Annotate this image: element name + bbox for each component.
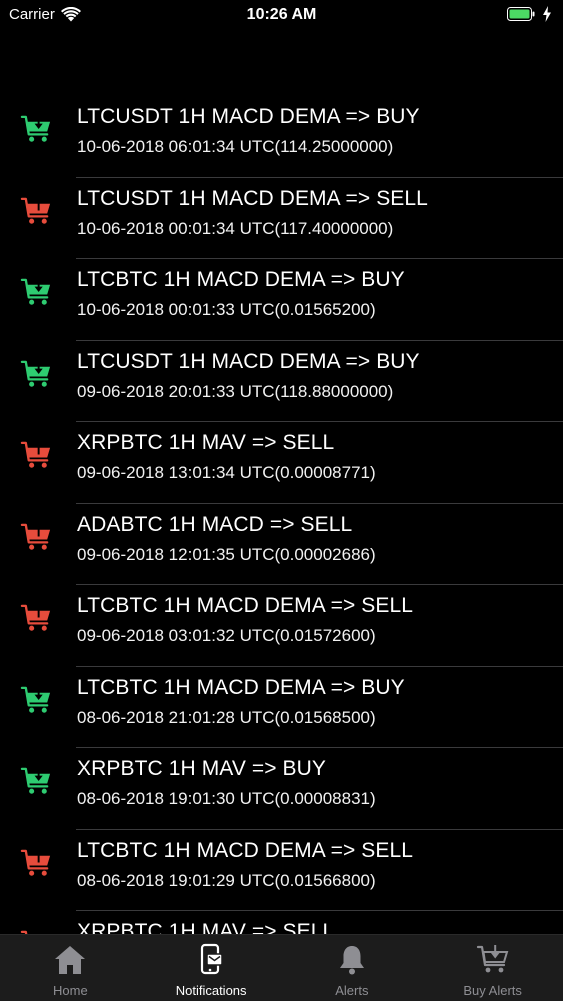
notification-subtitle: 08-06-2018 19:01:29 UTC(0.01566800) — [77, 870, 376, 890]
status-time: 10:26 AM — [246, 6, 317, 23]
tab-label: Alerts — [335, 983, 369, 998]
notification-row[interactable]: LTCUSDT 1H MACD DEMA => BUY 10-06-2018 06… — [0, 96, 563, 178]
cart-sell-icon — [20, 440, 51, 468]
notification-row[interactable]: XRPBTC 1H MAV => BUY 08-06-2018 19:01:30 … — [0, 748, 563, 830]
notification-subtitle: 09-06-2018 03:01:32 UTC(0.01572600) — [77, 626, 376, 645]
cart-sell-icon — [20, 848, 51, 876]
notification-subtitle: 09-06-2018 12:01:35 UTC(0.00002686) — [77, 544, 376, 564]
notification-row[interactable]: ADABTC 1H MACD => SELL 09-06-2018 12:01:3… — [0, 504, 563, 585]
bell-icon — [339, 946, 364, 975]
cart-buy-icon — [20, 686, 51, 713]
battery-icon — [507, 7, 535, 21]
tab-bar: Home Notifications Alerts Buy Alerts — [0, 934, 563, 1001]
home-icon — [55, 946, 86, 974]
notification-row[interactable]: LTCUSDT 1H MACD DEMA => BUY 09-06-2018 20… — [0, 341, 563, 422]
notification-subtitle: 10-06-2018 00:01:34 UTC(117.40000000) — [77, 218, 394, 238]
notification-title: LTCBTC 1H MACD DEMA => SELL — [77, 838, 414, 862]
notification-subtitle: 10-06-2018 00:01:33 UTC(0.01565200) — [77, 300, 376, 319]
notification-title: LTCUSDT 1H MACD DEMA => SELL — [77, 186, 428, 210]
cart-buy-icon — [20, 767, 51, 794]
notification-title: XRPBTC 1H MAV => BUY — [77, 757, 327, 780]
notification-title: LTCBTC 1H MACD DEMA => SELL — [77, 594, 414, 617]
cart-buy-icon — [476, 945, 508, 973]
notification-subtitle: 09-06-2018 13:01:34 UTC(0.00008771) — [77, 463, 376, 482]
cart-buy-icon — [20, 360, 51, 387]
notification-title: XRPBTC 1H MAV => SELL — [77, 431, 335, 454]
notification-list[interactable]: LTCUSDT 1H MACD DEMA => BUY 10-06-2018 06… — [0, 96, 563, 934]
notification-title: ADABTC 1H MACD => SELL — [77, 512, 353, 536]
notification-subtitle: 09-06-2018 20:01:33 UTC(118.88000000) — [77, 381, 394, 401]
notification-row[interactable]: LTCBTC 1H MACD DEMA => SELL 09-06-2018 03… — [0, 585, 563, 667]
tab-buy-alerts[interactable]: Buy Alerts — [422, 935, 563, 1001]
notification-subtitle: 08-06-2018 19:01:30 UTC(0.00008831) — [77, 789, 376, 808]
notifications-icon — [201, 943, 223, 975]
notification-title: LTCUSDT 1H MACD DEMA => BUY — [77, 105, 420, 128]
notification-title: LTCUSDT 1H MACD DEMA => BUY — [77, 349, 420, 373]
notification-title: LTCBTC 1H MACD DEMA => BUY — [77, 675, 405, 699]
cart-sell-icon — [20, 603, 51, 631]
tab-home[interactable]: Home — [0, 935, 141, 1001]
tab-label: Buy Alerts — [463, 983, 522, 998]
cart-sell-icon — [20, 522, 51, 550]
notification-row[interactable]: LTCUSDT 1H MACD DEMA => SELL 10-06-2018 0… — [0, 178, 563, 259]
notification-title: LTCBTC 1H MACD DEMA => BUY — [77, 268, 405, 291]
notification-row[interactable]: XRPBTC 1H MAV => SELL — [0, 911, 563, 934]
tab-label: Notifications — [175, 983, 247, 998]
notification-row[interactable]: LTCBTC 1H MACD DEMA => BUY 10-06-2018 00:… — [0, 259, 563, 341]
status-bar: Carrier 10:26 AM — [0, 0, 563, 30]
notification-subtitle: 10-06-2018 06:01:34 UTC(114.25000000) — [77, 137, 394, 156]
charging-icon — [543, 6, 551, 22]
notification-subtitle: 08-06-2018 21:01:28 UTC(0.01568500) — [77, 707, 376, 727]
cart-buy-icon — [20, 278, 51, 305]
tab-alerts[interactable]: Alerts — [282, 935, 423, 1001]
tab-notifications[interactable]: Notifications — [141, 935, 282, 1001]
notification-row[interactable]: LTCBTC 1H MACD DEMA => SELL 08-06-2018 19… — [0, 830, 563, 911]
notification-title: XRPBTC 1H MAV => SELL — [77, 920, 335, 934]
notification-row[interactable]: LTCBTC 1H MACD DEMA => BUY 08-06-2018 21:… — [0, 667, 563, 748]
cart-sell-icon — [20, 196, 51, 224]
cart-buy-icon — [20, 115, 51, 142]
tab-label: Home — [53, 983, 88, 998]
notification-row[interactable]: XRPBTC 1H MAV => SELL 09-06-2018 13:01:34… — [0, 422, 563, 504]
